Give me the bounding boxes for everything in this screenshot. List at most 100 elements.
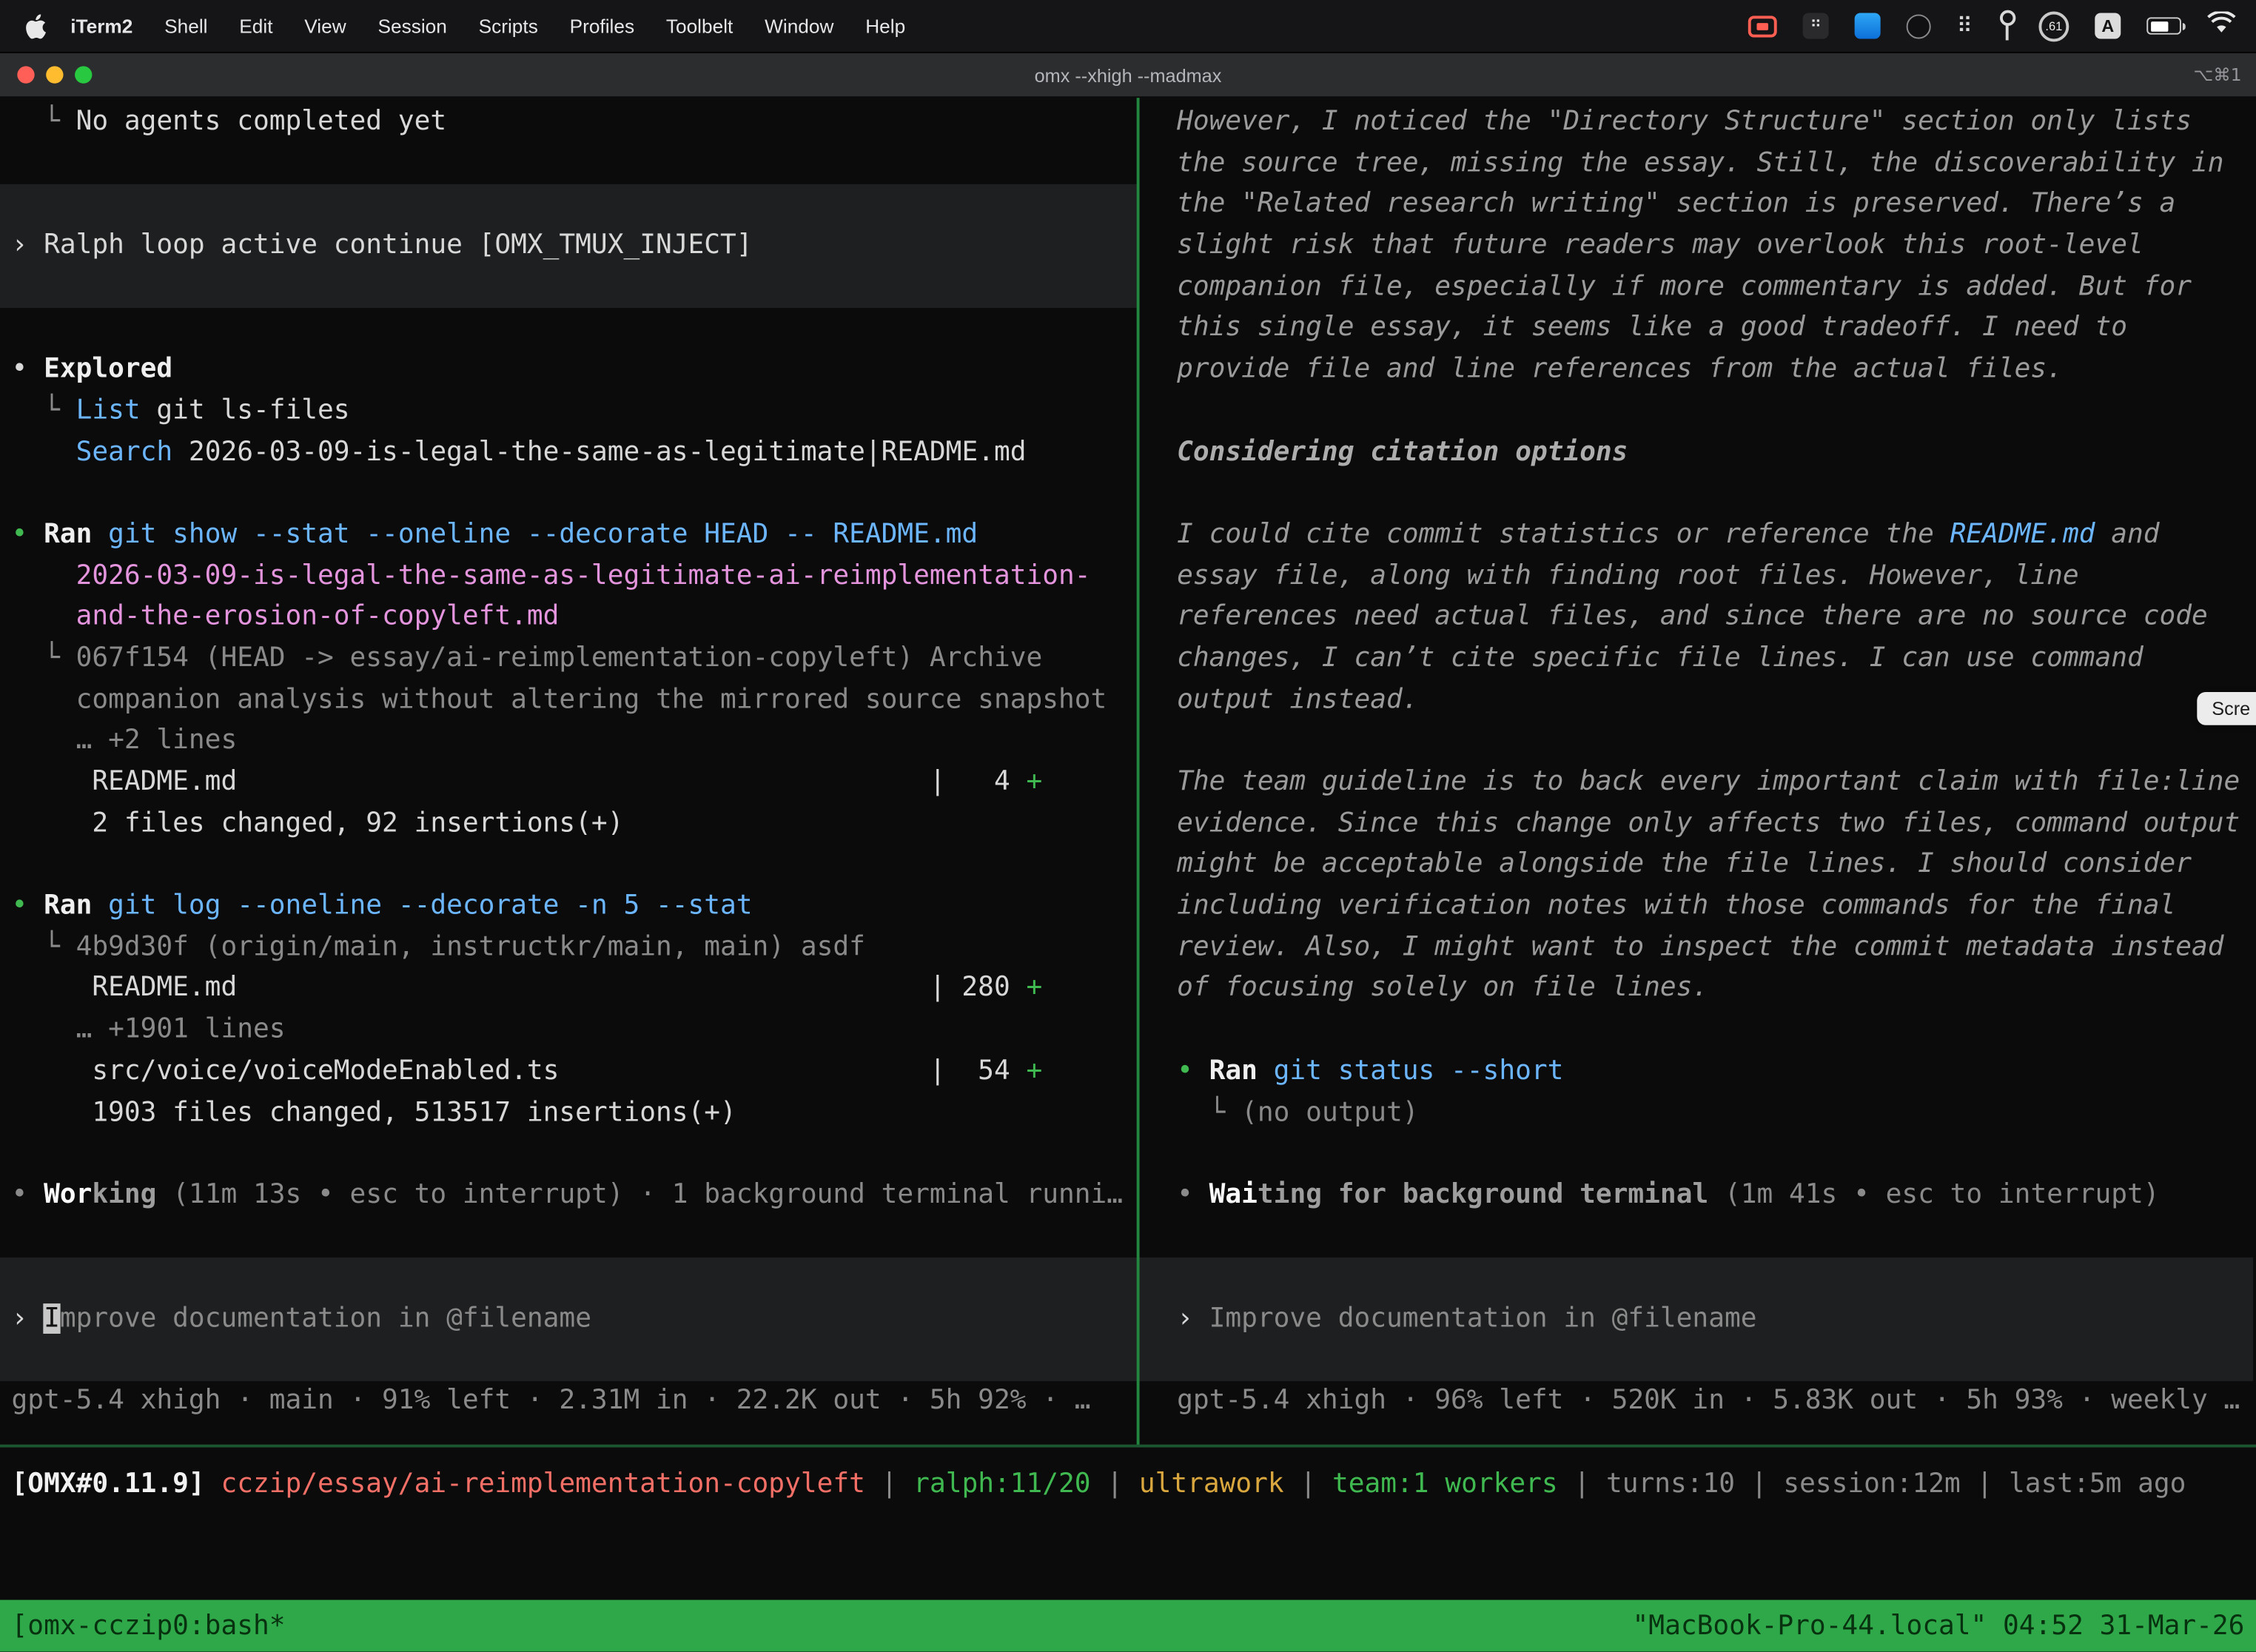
dots-grid-icon[interactable]: ⠿ xyxy=(1957,13,1973,38)
app-icon-grid[interactable]: ⠛ xyxy=(1803,13,1829,38)
text-segment: 067f154 (HEAD -> essay/ai-reimplementati… xyxy=(76,643,1043,674)
menu-item-scripts[interactable]: Scripts xyxy=(463,15,554,36)
terminal-line: └ List git ls-files xyxy=(0,391,1137,432)
key-icon[interactable] xyxy=(1998,10,2012,42)
tmux-panes: └ No agents completed yet› Ralph loop ac… xyxy=(0,98,2256,1423)
menu-item-window[interactable]: Window xyxy=(749,15,850,36)
menu-item-iterm2[interactable]: iTerm2 xyxy=(55,15,149,36)
menu-item-edit[interactable]: Edit xyxy=(224,15,289,36)
terminal-line: changes, I can’t cite specific file line… xyxy=(1137,639,2253,680)
terminal-line: I could cite commit statistics or refere… xyxy=(1137,515,2253,557)
text-segment: Search xyxy=(76,437,173,467)
menu-bar: iTerm2ShellEditViewSessionScriptsProfile… xyxy=(0,0,2256,53)
blank-line xyxy=(1137,721,2253,762)
text-segment: (11m 13s • esc to interrupt) · 1 backgro… xyxy=(156,1180,1123,1210)
terminal-line: Search 2026-03-09-is-legal-the-same-as-l… xyxy=(0,432,1137,474)
text-segment: | xyxy=(1735,1469,1783,1500)
screen-sharing-pill[interactable]: Scre xyxy=(2198,692,2256,725)
input-source-icon[interactable]: A xyxy=(2095,13,2121,38)
text-segment: • xyxy=(12,890,44,921)
close-button[interactable] xyxy=(17,66,34,83)
terminal-line: and-the-erosion-of-copyleft.md xyxy=(0,597,1137,639)
text-segment: slight risk that future readers may over… xyxy=(1177,230,2143,261)
pane-left[interactable]: └ No agents completed yet› Ralph loop ac… xyxy=(0,102,1137,1423)
blank-line xyxy=(0,845,1137,887)
terminal-line: companion file, especially if more comme… xyxy=(1137,267,2253,309)
menu-item-session[interactable]: Session xyxy=(362,15,463,36)
app-icon-blue[interactable] xyxy=(1855,13,1881,38)
status-divider xyxy=(0,1445,2256,1448)
text-segment: gpt-5.4 xhigh · main · 91% left · 2.31M … xyxy=(12,1386,1091,1417)
apple-menu-icon[interactable] xyxy=(26,13,46,38)
text-segment: turns:10 xyxy=(1606,1469,1735,1500)
terminal-line: review. Also, I might want to inspect th… xyxy=(1137,927,2253,969)
text-segment: review. Also, I might want to inspect th… xyxy=(1177,932,2223,962)
blank-line xyxy=(1137,391,2253,432)
terminal-line: evidence. Since this change only affects… xyxy=(1137,804,2253,845)
terminal-line: … +2 lines xyxy=(0,721,1137,762)
tmux-host-time: "MacBook-Pro-44.local" 04:52 31-Mar-26 xyxy=(1633,1611,2245,1641)
text-segment: the source tree, missing the essay. Stil… xyxy=(1177,148,2223,178)
tmux-session-label: [omx-cczip0:bash* xyxy=(12,1611,286,1641)
prompt-input[interactable]: › Improve documentation in @filename xyxy=(1137,1258,2253,1381)
menu-item-shell[interactable]: Shell xyxy=(149,15,224,36)
blank-line xyxy=(1137,474,2253,515)
text-segment: gpt-5.4 xhigh · 96% left · 520K in · 5.8… xyxy=(1177,1386,2240,1417)
prompt-input[interactable]: › Improve documentation in @filename xyxy=(0,1258,1137,1381)
text-segment: … +1901 lines xyxy=(12,1015,286,1045)
text-segment: of focusing solely on file lines. xyxy=(1177,973,1708,1004)
terminal-line: including verification notes with those … xyxy=(1137,887,2253,928)
terminal-line: The team guideline is to back every impo… xyxy=(1137,762,2253,804)
battery-icon[interactable] xyxy=(2146,17,2181,34)
text-segment: session:12m xyxy=(1783,1469,1960,1500)
text-segment: • xyxy=(12,519,44,549)
text-segment: › xyxy=(12,230,44,261)
blank-line xyxy=(0,1134,1137,1175)
minimize-button[interactable] xyxy=(46,66,63,83)
terminal-line: this single essay, it seems like a good … xyxy=(1137,309,2253,350)
text-segment: including verification notes with those … xyxy=(1177,890,2175,921)
terminal-line: … +1901 lines xyxy=(0,1010,1137,1052)
menu-items: iTerm2ShellEditViewSessionScriptsProfile… xyxy=(55,15,921,36)
menu-item-profiles[interactable]: Profiles xyxy=(554,15,650,36)
text-segment: might be acceptable alongside the file l… xyxy=(1177,850,2192,880)
band-line: › Improve documentation in @filename xyxy=(1137,1299,2253,1340)
text-segment: [OMX#0.11.9] xyxy=(12,1469,221,1500)
text-segment xyxy=(12,602,76,632)
terminal-line: However, I noticed the "Directory Struct… xyxy=(1137,102,2253,144)
menu-item-help[interactable]: Help xyxy=(850,15,921,36)
terminal-line: • Ran git show --stat --oneline --decora… xyxy=(0,515,1137,557)
text-segment: List xyxy=(76,395,141,426)
window-title-bar[interactable]: omx --xhigh --madmax ⌥⌘1 xyxy=(0,53,2256,98)
working-status-line: • Waiting for background terminal (1m 41… xyxy=(1137,1175,2253,1217)
text-segment: 2026-03-09-is-legal-the-same-as-legitima… xyxy=(172,437,1026,467)
screen-recording-icon[interactable] xyxy=(1748,15,1777,36)
zoom-button[interactable] xyxy=(75,66,92,83)
text-segment: | xyxy=(865,1469,913,1500)
terminal-line: README.md | 4 + xyxy=(0,762,1137,804)
text-segment: git show --stat --oneline --decorate HEA… xyxy=(108,519,978,549)
menu-item-view[interactable]: View xyxy=(289,15,362,36)
blank-line xyxy=(1137,1134,2253,1175)
text-segment: No agents completed yet xyxy=(76,107,447,137)
battery-percent-badge[interactable]: .61 xyxy=(2038,11,2069,41)
text-segment: ting for background terminal xyxy=(1258,1180,1708,1210)
text-segment: | xyxy=(1961,1469,2009,1500)
text-segment xyxy=(12,560,76,591)
text-segment: └ xyxy=(12,932,76,962)
pane-right[interactable]: However, I noticed the "Directory Struct… xyxy=(1137,102,2253,1423)
text-segment: references need actual files, and since … xyxy=(1177,602,2208,632)
text-segment: Explored xyxy=(44,354,172,384)
working-status-line: • Working (11m 13s • esc to interrupt) ·… xyxy=(0,1175,1137,1217)
menu-item-toolbelt[interactable]: Toolbelt xyxy=(650,15,748,36)
terminal-line: 2026-03-09-is-legal-the-same-as-legitima… xyxy=(0,556,1137,597)
terminal-line: └ 4b9d30f (origin/main, instructkr/main,… xyxy=(0,927,1137,969)
text-segment: • xyxy=(1177,1055,1209,1086)
app-icon-dark[interactable] xyxy=(1907,13,1931,38)
text-segment: … +2 lines xyxy=(12,725,238,756)
wifi-icon[interactable] xyxy=(2207,11,2236,41)
text-segment: last:5m ago xyxy=(2009,1469,2186,1500)
thinking-heading: Considering citation options xyxy=(1137,432,2253,474)
text-segment: ultrawork xyxy=(1139,1469,1284,1500)
text-segment: I could cite commit statistics or refere… xyxy=(1177,519,1950,549)
